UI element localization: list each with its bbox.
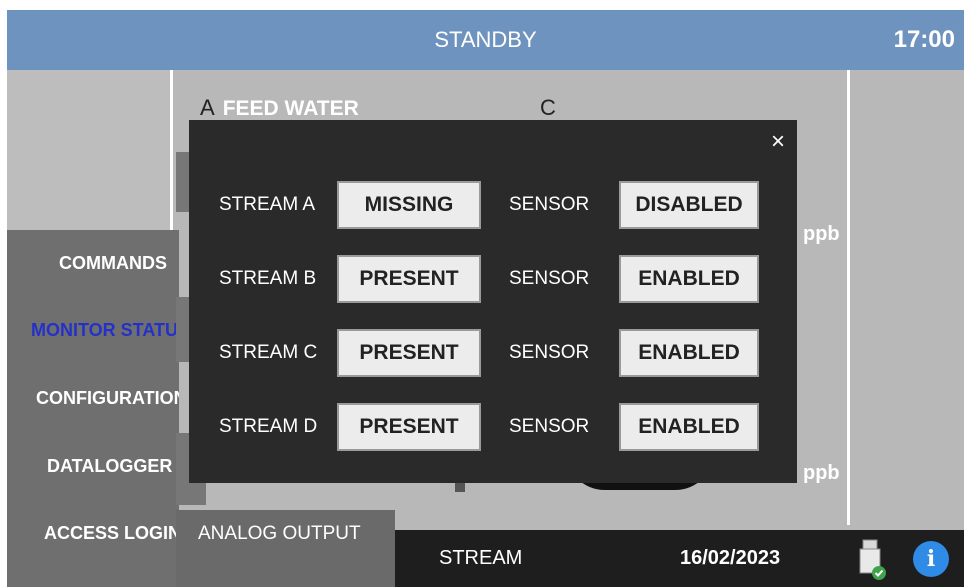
left-panel (7, 70, 170, 230)
stream-row: STREAM C PRESENT SENSOR ENABLED (189, 327, 797, 383)
reading-fragment (455, 482, 465, 492)
stream-a-letter: A (200, 95, 215, 120)
stream-row: STREAM D PRESENT SENSOR ENABLED (189, 401, 797, 457)
menu-item-commands[interactable]: COMMANDS (59, 253, 179, 274)
stream-a-name: FEED WATER (222, 97, 359, 120)
stream-d-sensor-button[interactable]: ENABLED (619, 403, 759, 451)
clock: 17:00 (893, 26, 955, 53)
unit-label-bottom: ppb (803, 462, 840, 484)
unit-label-top: ppb (803, 223, 840, 245)
footer-stream-label: STREAM (439, 547, 523, 569)
sensor-label: SENSOR (509, 416, 590, 437)
stream-label: STREAM C (219, 342, 318, 363)
menu-item-datalogger[interactable]: DATALOGGER (47, 456, 179, 477)
footer-bar: STREAM 16/02/2023 i (395, 530, 964, 587)
menu-item-configuration[interactable]: CONFIGURATION (36, 388, 179, 409)
stream-d-status-button[interactable]: PRESENT (337, 403, 481, 451)
footer-date: 16/02/2023 (680, 547, 781, 569)
close-icon[interactable]: × (771, 130, 785, 154)
sensor-label: SENSOR (509, 342, 590, 363)
side-menu: COMMANDS MONITOR STATUS CONFIGURATION DA… (7, 230, 179, 587)
usb-drive-icon[interactable] (852, 538, 892, 582)
sensor-label: SENSOR (509, 194, 590, 215)
info-icon[interactable]: i (913, 541, 949, 577)
system-status: STANDBY (434, 27, 537, 52)
stream-b-status-button[interactable]: PRESENT (337, 255, 481, 303)
menu-item-monitor-status[interactable]: MONITOR STATUS (31, 320, 179, 341)
stream-row: STREAM B PRESENT SENSOR ENABLED (189, 253, 797, 309)
menu-item-access-login[interactable]: ACCESS LOGIN (44, 523, 179, 544)
submenu-analog-output[interactable]: ANALOG OUTPUT (176, 510, 395, 587)
stream-b-sensor-button[interactable]: ENABLED (619, 255, 759, 303)
stream-row: STREAM A MISSING SENSOR DISABLED (189, 179, 797, 235)
stream-a-sensor-button[interactable]: DISABLED (619, 181, 759, 229)
submenu-label: ANALOG OUTPUT (198, 523, 361, 544)
stream-c-status-button[interactable]: PRESENT (337, 329, 481, 377)
stream-label: STREAM A (219, 194, 316, 215)
stream-label: STREAM B (219, 268, 317, 289)
header-bar: STANDBY 17:00 (7, 10, 964, 70)
stream-status-dialog: × STREAM A MISSING SENSOR DISABLED STREA… (189, 120, 797, 483)
stream-a-status-button[interactable]: MISSING (337, 181, 481, 229)
stream-c-letter: C (540, 95, 556, 120)
stream-label: STREAM D (219, 416, 318, 437)
stream-a-header: A FEED WATER (200, 95, 359, 121)
sensor-label: SENSOR (509, 268, 590, 289)
screen: STANDBY 17:00 A FEED WATER C ppb ppb COMM… (7, 10, 964, 587)
divider-right (847, 70, 850, 525)
stream-c-sensor-button[interactable]: ENABLED (619, 329, 759, 377)
